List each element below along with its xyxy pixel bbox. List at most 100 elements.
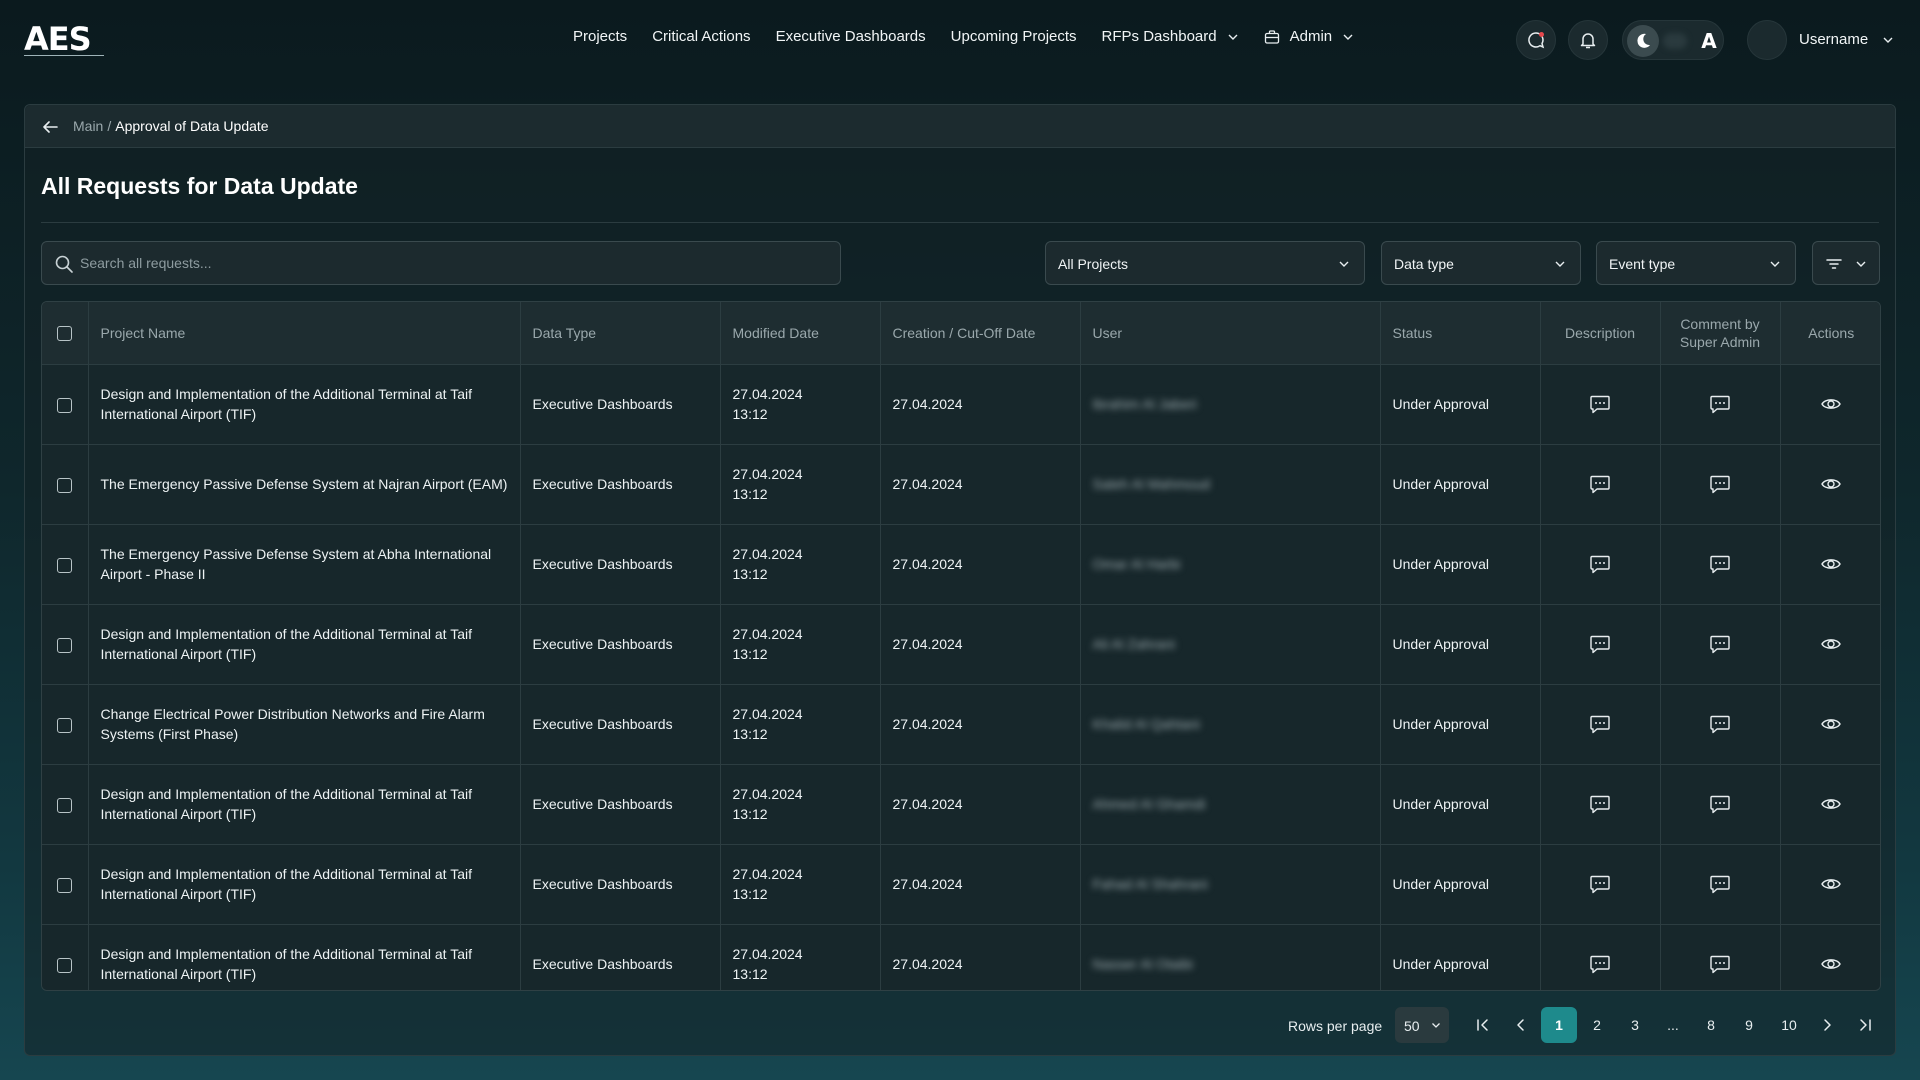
theme-toggle[interactable]: A xyxy=(1622,20,1724,60)
creation-date-cell: 27.04.2024 xyxy=(880,604,1081,685)
row-checkbox[interactable] xyxy=(57,397,73,413)
filter-menu-button[interactable] xyxy=(1812,241,1880,285)
nav-admin[interactable]: Admin xyxy=(1264,28,1355,45)
next-page-button[interactable] xyxy=(1809,1007,1845,1043)
modified-date: 27.04.2024 xyxy=(732,786,803,802)
table-row[interactable]: The Emergency Passive Defense System at … xyxy=(42,524,1880,605)
nav-projects[interactable]: Projects xyxy=(573,28,627,45)
nav-rfps-dashboard[interactable]: RFPs Dashboard xyxy=(1102,28,1239,45)
eye-icon[interactable] xyxy=(1820,875,1842,891)
eye-icon[interactable] xyxy=(1820,395,1842,411)
row-checkbox[interactable] xyxy=(57,957,73,973)
nav-executive-dashboards[interactable]: Executive Dashboards xyxy=(776,28,926,45)
dark-mode-option[interactable] xyxy=(1627,25,1659,57)
status-cell: Under Approval xyxy=(1380,524,1541,605)
eye-icon[interactable] xyxy=(1820,635,1842,651)
row-checkbox[interactable] xyxy=(57,557,73,573)
auto-theme-option[interactable]: A xyxy=(1697,29,1721,53)
eye-icon[interactable] xyxy=(1820,795,1842,811)
table-header-row: Project Name Data Type Modified Date Cre… xyxy=(42,302,1880,365)
rows-per-page-select[interactable]: 50 xyxy=(1395,1007,1449,1043)
comment-icon[interactable] xyxy=(1709,475,1731,494)
event-type-select[interactable]: Event type xyxy=(1596,241,1796,285)
actions-cell xyxy=(1780,444,1880,525)
nav-critical-actions[interactable]: Critical Actions xyxy=(652,28,750,45)
comment-icon[interactable] xyxy=(1589,955,1611,974)
col-modified-date[interactable]: Modified Date xyxy=(720,302,881,365)
back-arrow-icon[interactable] xyxy=(41,118,59,136)
nav-admin-label: Admin xyxy=(1289,28,1333,45)
table-row[interactable]: Design and Implementation of the Additio… xyxy=(42,764,1880,845)
col-project-name[interactable]: Project Name xyxy=(88,302,521,365)
comment-icon[interactable] xyxy=(1709,395,1731,414)
table-row[interactable]: Design and Implementation of the Additio… xyxy=(42,604,1880,685)
table-row[interactable]: The Emergency Passive Defense System at … xyxy=(42,444,1880,525)
prev-page-button[interactable] xyxy=(1503,1007,1539,1043)
data-type-cell: Executive Dashboards xyxy=(520,844,721,925)
description-cell xyxy=(1540,524,1661,605)
col-data-type[interactable]: Data Type xyxy=(520,302,721,365)
search-input[interactable] xyxy=(80,242,830,284)
comment-icon[interactable] xyxy=(1589,795,1611,814)
eye-icon[interactable] xyxy=(1820,955,1842,971)
page-button-8[interactable]: 8 xyxy=(1693,1007,1729,1043)
row-checkbox[interactable] xyxy=(57,797,73,813)
row-select-cell xyxy=(42,364,89,445)
page-button-9[interactable]: 9 xyxy=(1731,1007,1767,1043)
chevron-down-icon[interactable] xyxy=(1882,34,1894,46)
row-checkbox[interactable] xyxy=(57,717,73,733)
notifications-button[interactable] xyxy=(1568,20,1608,60)
comment-icon[interactable] xyxy=(1589,875,1611,894)
avatar[interactable] xyxy=(1747,20,1787,60)
page-button-3[interactable]: 3 xyxy=(1617,1007,1653,1043)
comment-icon[interactable] xyxy=(1709,635,1731,654)
comment-icon[interactable] xyxy=(1709,875,1731,894)
table-row[interactable]: Design and Implementation of the Additio… xyxy=(42,844,1880,925)
breadcrumb-main[interactable]: Main xyxy=(73,118,103,134)
comment-icon[interactable] xyxy=(1589,715,1611,734)
project-name-cell: Design and Implementation of the Additio… xyxy=(88,364,521,445)
comment-icon[interactable] xyxy=(1589,555,1611,574)
comment-icon[interactable] xyxy=(1589,635,1611,654)
row-checkbox[interactable] xyxy=(57,637,73,653)
eye-icon[interactable] xyxy=(1820,555,1842,571)
last-page-button[interactable] xyxy=(1847,1007,1883,1043)
row-checkbox[interactable] xyxy=(57,477,73,493)
username-label[interactable]: Username xyxy=(1799,31,1868,48)
user-cell: Omar Al Harbi xyxy=(1080,524,1381,605)
col-actions: Actions xyxy=(1780,302,1880,365)
chat-alert-icon xyxy=(1528,32,1545,49)
col-user[interactable]: User xyxy=(1080,302,1381,365)
col-status[interactable]: Status xyxy=(1380,302,1541,365)
prev-page-icon xyxy=(1517,1019,1524,1031)
page-button-1[interactable]: 1 xyxy=(1541,1007,1577,1043)
eye-icon[interactable] xyxy=(1820,715,1842,731)
brand-logo[interactable]: AES xyxy=(24,22,104,60)
table-row[interactable]: Change Electrical Power Distribution Net… xyxy=(42,684,1880,765)
comment-icon[interactable] xyxy=(1589,475,1611,494)
data-type-select[interactable]: Data type xyxy=(1381,241,1581,285)
comment-icon[interactable] xyxy=(1709,555,1731,574)
comment-cell xyxy=(1660,524,1781,605)
comment-icon[interactable] xyxy=(1589,395,1611,414)
creation-date-cell: 27.04.2024 xyxy=(880,524,1081,605)
page-button-10[interactable]: 10 xyxy=(1771,1007,1807,1043)
projects-select[interactable]: All Projects xyxy=(1045,241,1365,285)
user-name-blurred: Ahmed Al Ghamdi xyxy=(1092,796,1206,812)
comment-icon[interactable] xyxy=(1709,955,1731,974)
table-row[interactable]: Design and Implementation of the Additio… xyxy=(42,924,1880,990)
user-name-blurred: Ali Al Zahrani xyxy=(1092,636,1175,652)
table-row[interactable]: Design and Implementation of the Additio… xyxy=(42,364,1880,445)
comment-icon[interactable] xyxy=(1709,715,1731,734)
actions-cell xyxy=(1780,764,1880,845)
row-checkbox[interactable] xyxy=(57,877,73,893)
page-button-2[interactable]: 2 xyxy=(1579,1007,1615,1043)
comment-icon[interactable] xyxy=(1709,795,1731,814)
col-creation-date[interactable]: Creation / Cut-Off Date xyxy=(880,302,1081,365)
first-page-button[interactable] xyxy=(1465,1007,1501,1043)
select-all-checkbox[interactable] xyxy=(57,326,73,342)
eye-icon[interactable] xyxy=(1820,475,1842,491)
nav-upcoming-projects[interactable]: Upcoming Projects xyxy=(951,28,1077,45)
chat-notification-button[interactable] xyxy=(1516,20,1556,60)
project-name-cell: Design and Implementation of the Additio… xyxy=(88,844,521,925)
